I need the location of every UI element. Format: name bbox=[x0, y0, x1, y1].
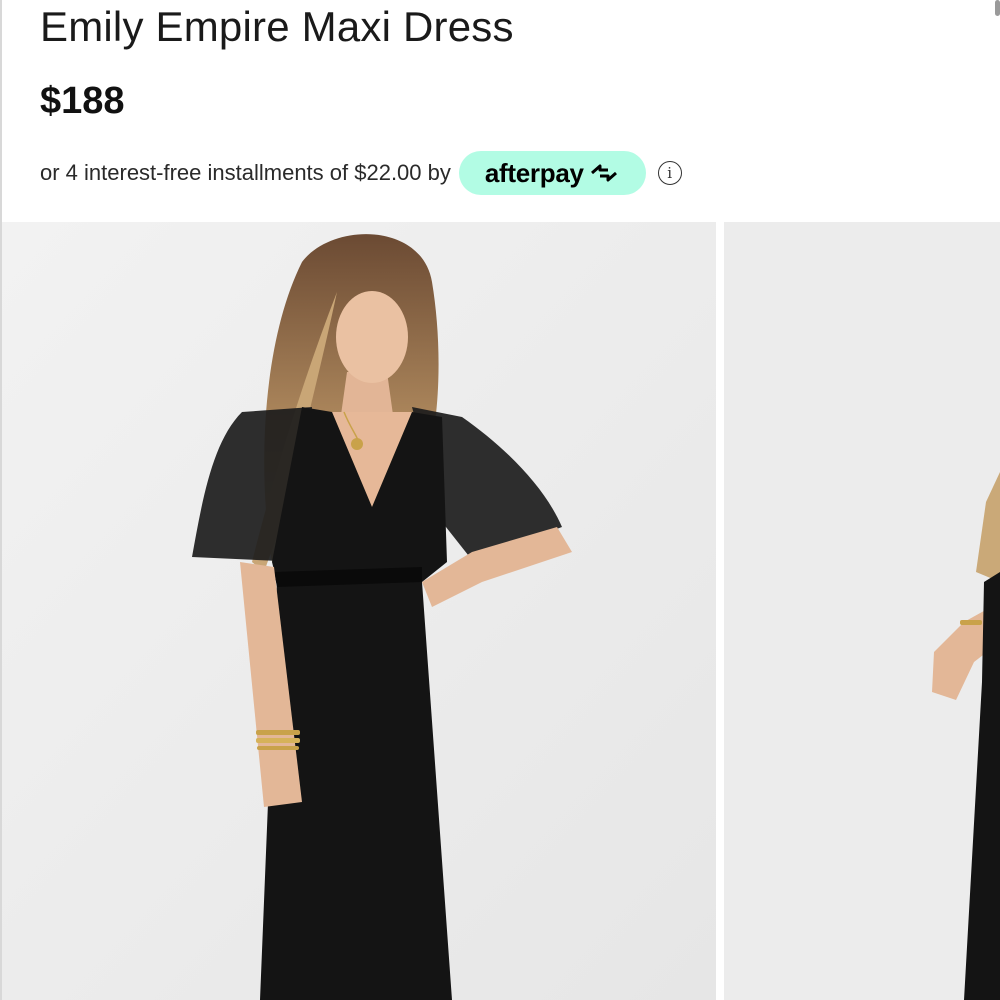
afterpay-badge[interactable]: afterpay bbox=[458, 151, 646, 195]
installments-text: or 4 interest-free installments of $22.0… bbox=[40, 160, 451, 185]
info-icon-glyph: i bbox=[667, 164, 673, 182]
model-photo-front-icon bbox=[2, 222, 716, 1000]
product-page: Emily Empire Maxi Dress $188 or 4 intere… bbox=[0, 0, 1000, 1000]
scrollbar[interactable] bbox=[995, 0, 1000, 16]
afterpay-logo-text: afterpay bbox=[484, 157, 584, 188]
product-image-secondary[interactable] bbox=[724, 222, 1000, 1000]
product-image-main[interactable] bbox=[2, 222, 716, 1000]
afterpay-arrows-icon bbox=[590, 164, 617, 182]
info-icon[interactable]: i bbox=[657, 161, 682, 185]
product-gallery[interactable] bbox=[0, 222, 1000, 1000]
afterpay-installments: or 4 interest-free installments of $22.0… bbox=[40, 150, 682, 196]
model-photo-side-icon bbox=[724, 222, 1000, 1000]
product-title: Emily Empire Maxi Dress bbox=[40, 3, 514, 50]
product-price: $188 bbox=[40, 80, 125, 122]
